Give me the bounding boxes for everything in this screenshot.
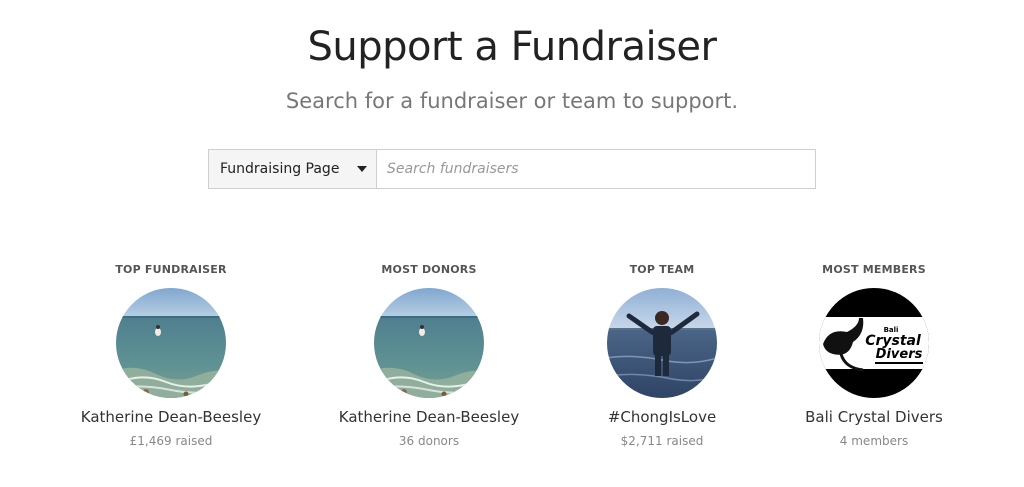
- featured-card-top-fundraiser: TOP FUNDRAISER Katherine Dean-Beesley £1…: [51, 262, 291, 448]
- card-stat: £1,469 raised: [129, 434, 213, 448]
- featured-fundraisers: TOP FUNDRAISER Katherine Dean-Beesley £1…: [0, 262, 1024, 462]
- bali-crystal-divers-logo: Bali Crystal Divers: [819, 288, 929, 398]
- featured-card-most-members: MOST MEMBERS Bali Crystal Divers Bali Cr…: [754, 262, 994, 448]
- team-avatar[interactable]: Bali Crystal Divers: [819, 288, 929, 398]
- card-category-label: TOP FUNDRAISER: [115, 263, 227, 276]
- card-stat: 36 donors: [398, 434, 460, 448]
- featured-card-top-team: TOP TEAM #ChongIsLove $2,711 raised: [542, 262, 782, 448]
- fundraiser-avatar[interactable]: [374, 288, 484, 398]
- chevron-down-icon: [357, 166, 367, 172]
- page-title: Support a Fundraiser: [307, 24, 717, 70]
- svg-text:Divers: Divers: [876, 347, 923, 362]
- card-name-link[interactable]: Katherine Dean-Beesley: [51, 408, 291, 426]
- sea-swimmer-photo: [116, 288, 226, 398]
- page-subtitle: Search for a fundraiser or team to suppo…: [285, 89, 739, 113]
- search-bar: Fundraising Page: [208, 149, 816, 189]
- card-category-label: MOST DONORS: [381, 263, 477, 276]
- fundraiser-avatar[interactable]: [116, 288, 226, 398]
- person-in-water-photo: [607, 288, 717, 398]
- featured-card-most-donors: MOST DONORS Katherine Dean-Beesley 36 do…: [309, 262, 549, 448]
- card-name-link[interactable]: #ChongIsLove: [542, 408, 782, 426]
- sea-swimmer-photo: [374, 288, 484, 398]
- card-name-link[interactable]: Katherine Dean-Beesley: [309, 408, 549, 426]
- search-type-label: Fundraising Page: [220, 161, 340, 177]
- card-stat: 4 members: [839, 434, 909, 448]
- card-category-label: MOST MEMBERS: [822, 263, 926, 276]
- card-stat: $2,711 raised: [620, 434, 704, 448]
- search-type-select[interactable]: Fundraising Page: [209, 150, 377, 188]
- card-category-label: TOP TEAM: [629, 263, 695, 276]
- card-name-link[interactable]: Bali Crystal Divers: [754, 408, 994, 426]
- search-input[interactable]: [377, 150, 815, 188]
- team-avatar[interactable]: [607, 288, 717, 398]
